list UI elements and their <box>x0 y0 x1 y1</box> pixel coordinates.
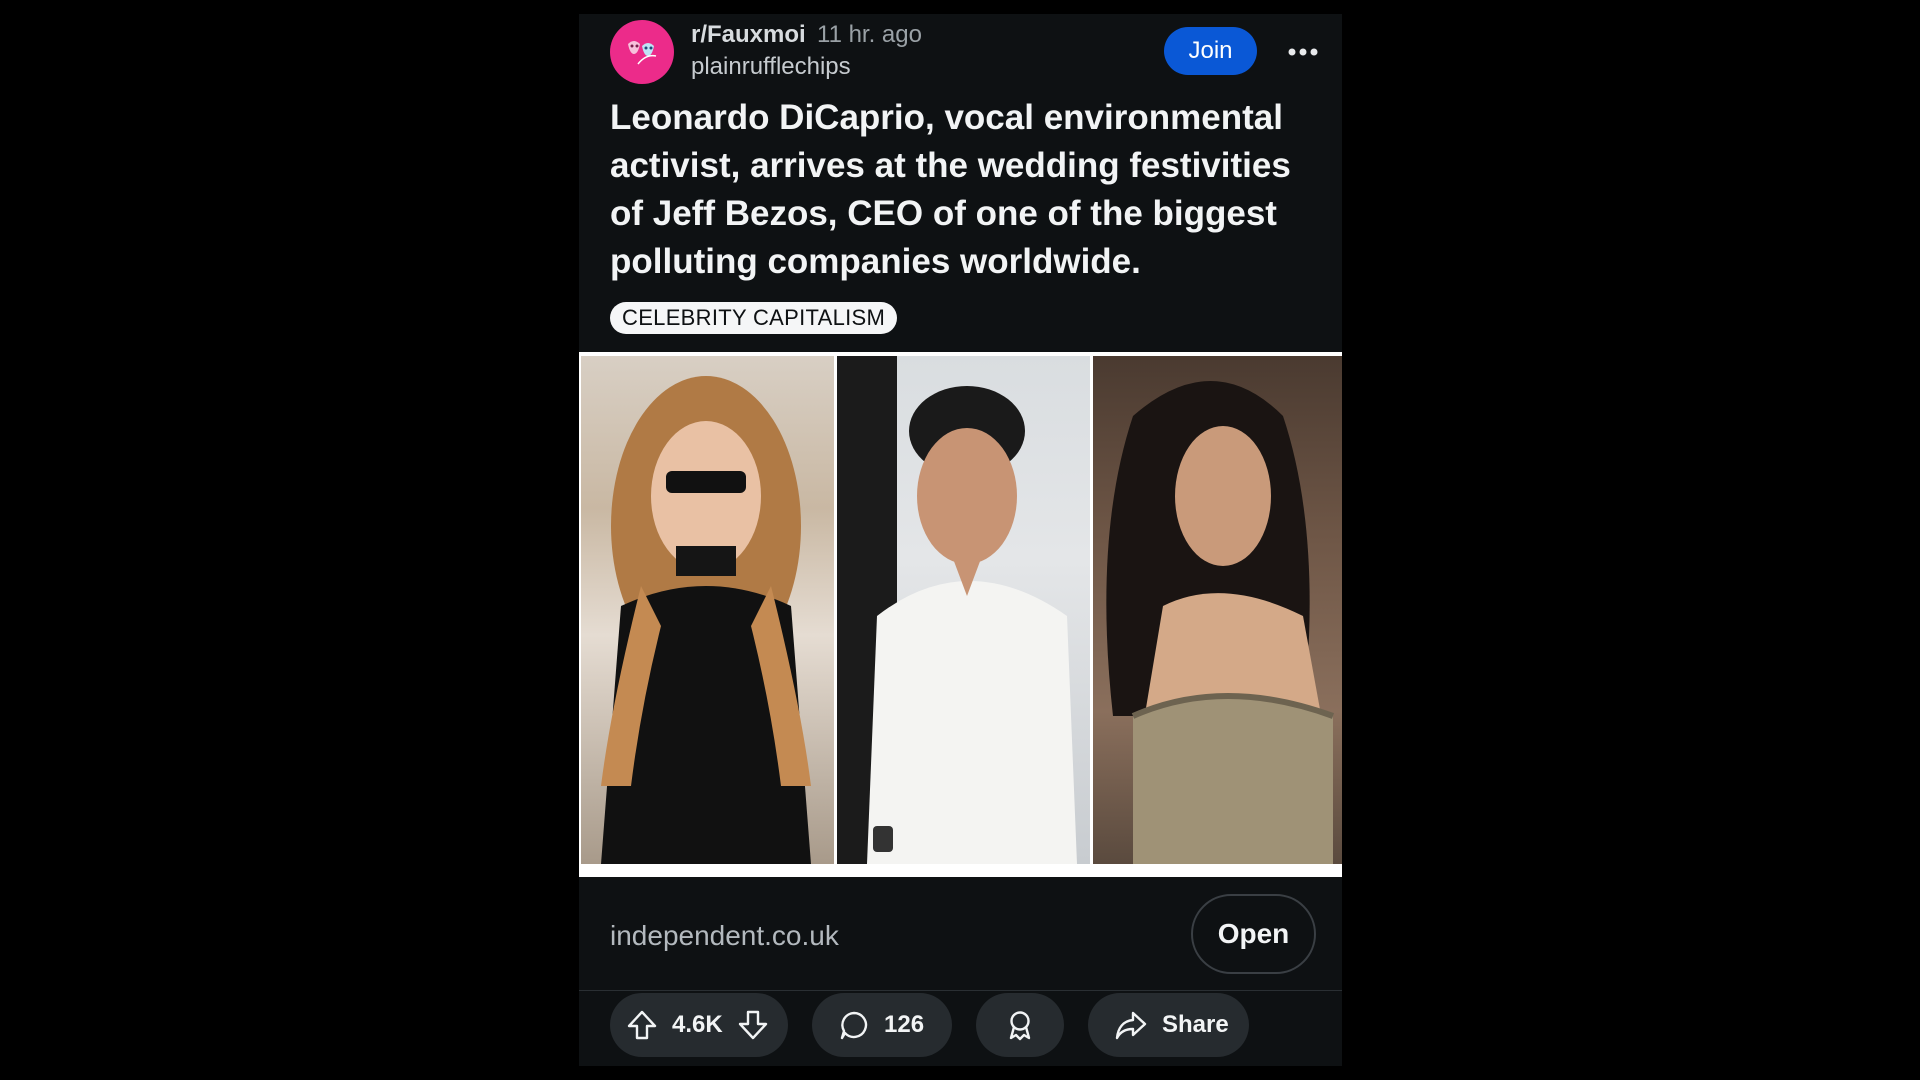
open-link-button[interactable]: Open <box>1191 894 1316 974</box>
post-flair[interactable]: CELEBRITY CAPITALISM <box>610 302 898 334</box>
post-author[interactable]: plainrufflechips <box>691 53 851 81</box>
downvote-icon[interactable] <box>737 1009 769 1041</box>
more-options-icon[interactable] <box>1281 30 1325 74</box>
photo-woman-sunglasses <box>581 356 834 864</box>
share-label: Share <box>1162 1011 1229 1038</box>
award-button[interactable] <box>976 993 1064 1057</box>
subreddit-avatar-icon[interactable] <box>610 20 674 84</box>
post-timestamp: 11 hr. ago <box>817 21 922 48</box>
link-domain[interactable]: independent.co.uk <box>610 920 839 952</box>
comment-count: 126 <box>884 1011 925 1038</box>
link-preview-bar[interactable]: independent.co.uk Open <box>579 879 1342 991</box>
vote-count: 4.6K <box>672 1011 723 1038</box>
comments-button[interactable]: 126 <box>812 993 952 1057</box>
join-button[interactable]: Join <box>1164 27 1257 75</box>
vote-control: 4.6K <box>610 993 788 1057</box>
photo-man-white-shirt <box>837 356 1090 864</box>
post-image[interactable] <box>579 352 1342 877</box>
share-icon <box>1114 1009 1148 1041</box>
post-card: r/Fauxmoi 11 hr. ago plainrufflechips Jo… <box>579 14 1342 1066</box>
comment-icon <box>838 1009 870 1041</box>
award-icon <box>1004 1009 1036 1041</box>
upvote-icon[interactable] <box>626 1009 658 1041</box>
post-title[interactable]: Leonardo DiCaprio, vocal environmental a… <box>610 94 1330 286</box>
photo-woman-dark-hair <box>1093 356 1342 864</box>
share-button[interactable]: Share <box>1088 993 1249 1057</box>
subreddit-name[interactable]: r/Fauxmoi <box>691 21 806 49</box>
